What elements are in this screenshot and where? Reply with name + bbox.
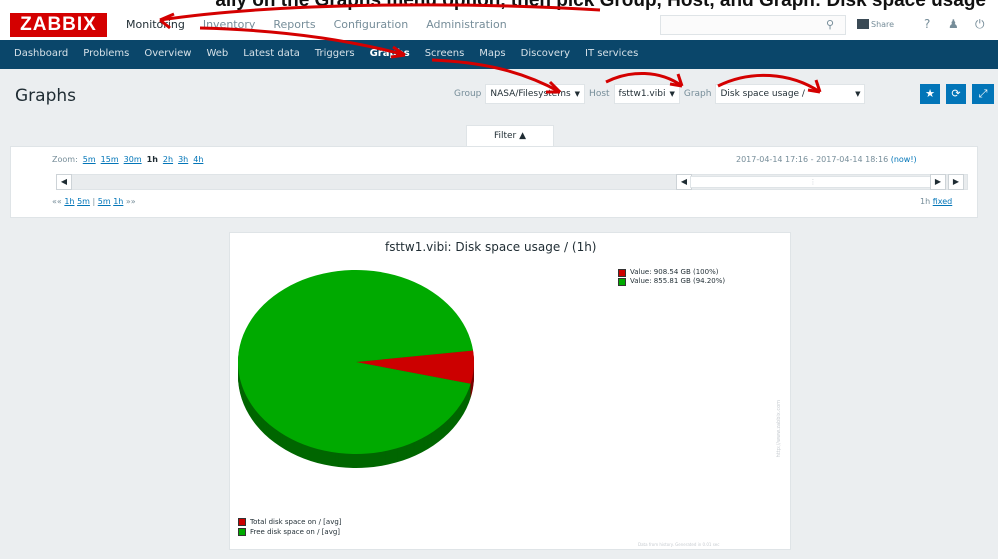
legend-item-total: Total disk space on / [avg]	[238, 517, 342, 527]
search-input[interactable]	[660, 15, 846, 35]
user-profile-icon[interactable]: ♟	[948, 17, 959, 31]
zoom-options: Zoom: 5m 15m 30m 1h 2h 3h 4h	[52, 155, 203, 164]
nav-separator: |	[92, 197, 96, 206]
share-button[interactable]: Share	[857, 19, 894, 29]
zabbix-logo[interactable]: ZABBIX	[10, 13, 107, 37]
sub-menu: Dashboard Problems Overview Web Latest d…	[14, 48, 638, 59]
period-range: 2017-04-14 17:16 - 2017-04-14 18:16	[736, 155, 889, 164]
nav-forward-arrows[interactable]: »»	[126, 197, 136, 206]
submenu-overview[interactable]: Overview	[144, 48, 191, 59]
menu-administration[interactable]: Administration	[426, 18, 507, 31]
submenu-it-services[interactable]: IT services	[585, 48, 638, 59]
nav-forward-5m[interactable]: 5m	[98, 197, 111, 206]
zoom-option-30m[interactable]: 30m	[124, 155, 142, 164]
sub-menu-bar: Dashboard Problems Overview Web Latest d…	[0, 40, 998, 69]
legend-swatch-total	[618, 268, 626, 277]
top-navigation-bar: ZABBIX Monitoring Inventory Reports Conf…	[0, 10, 998, 40]
legend-label-total: Total disk space on / [avg]	[250, 518, 342, 526]
legend-row-total: Value: 908.54 GB (100%)	[618, 268, 725, 277]
submenu-screens[interactable]: Screens	[425, 48, 465, 59]
graph-select[interactable]: Disk space usage / ▼	[715, 84, 866, 104]
sign-out-icon[interactable]: ⏻	[975, 17, 985, 32]
submenu-problems[interactable]: Problems	[83, 48, 129, 59]
zoom-option-3h[interactable]: 3h	[178, 155, 188, 164]
search-icon[interactable]: ⚲	[826, 18, 834, 31]
graph-legend-values: Value: 908.54 GB (100%) Value: 855.81 GB…	[618, 268, 725, 286]
graph-value: Disk space usage /	[720, 89, 805, 99]
graph-selectors: Group NASA/Filesystems ▼ Host fsttw1.vib…	[454, 84, 866, 104]
legend-swatch-free-bottom	[238, 528, 246, 536]
chevron-down-icon: ▼	[855, 90, 861, 98]
legend-value-total: Value: 908.54 GB (100%)	[630, 268, 719, 276]
graph-footer-note: Data from history. Generated in 0.01 sec	[638, 542, 720, 547]
share-icon	[857, 19, 869, 29]
submenu-latest-data[interactable]: Latest data	[243, 48, 300, 59]
fullscreen-icon: ⤢	[978, 87, 988, 100]
menu-inventory[interactable]: Inventory	[203, 18, 256, 31]
page-title: Graphs	[15, 86, 77, 106]
zoom-option-15m[interactable]: 15m	[101, 155, 119, 164]
menu-configuration[interactable]: Configuration	[334, 18, 409, 31]
fullscreen-button[interactable]: ⤢	[972, 84, 994, 104]
refresh-button[interactable]: ⟳	[946, 84, 966, 104]
graph-watermark: http://www.zabbix.com	[776, 400, 782, 458]
legend-item-free: Free disk space on / [avg]	[238, 527, 342, 537]
legend-value-free: Value: 855.81 GB (94.20%)	[630, 277, 726, 285]
main-menu: Monitoring Inventory Reports Configurati…	[126, 18, 507, 31]
graph-title: fsttw1.vibi: Disk space usage / (1h)	[385, 240, 597, 254]
submenu-web[interactable]: Web	[206, 48, 228, 59]
scroll-right-button[interactable]: ▶	[948, 174, 964, 190]
group-value: NASA/Filesystems	[490, 89, 571, 99]
submenu-discovery[interactable]: Discovery	[521, 48, 570, 59]
nav-back-5m[interactable]: 5m	[77, 197, 90, 206]
zoom-option-2h[interactable]: 2h	[163, 155, 173, 164]
zoom-label: Zoom:	[52, 155, 78, 164]
period-now-link[interactable]: (now!)	[891, 155, 917, 164]
submenu-graphs[interactable]: Graphs	[370, 48, 410, 59]
submenu-maps[interactable]: Maps	[479, 48, 505, 59]
scroll-thumb-right-handle[interactable]: ▶	[930, 174, 946, 190]
period-fixed-toggle: 1h fixed	[920, 197, 952, 206]
add-to-favourites-button[interactable]: ★	[920, 84, 940, 104]
star-icon: ★	[925, 87, 935, 100]
disk-usage-pie-chart	[238, 269, 474, 468]
legend-label-free: Free disk space on / [avg]	[250, 528, 341, 536]
banner-text: ally on the Graphs menu option, then pic…	[215, 0, 986, 10]
group-label: Group	[454, 89, 482, 99]
host-value: fsttw1.vibi	[618, 89, 666, 99]
fixed-link[interactable]: fixed	[933, 197, 953, 206]
zoom-option-1h[interactable]: 1h	[147, 155, 158, 164]
help-icon[interactable]: ?	[924, 17, 930, 31]
legend-swatch-total-bottom	[238, 518, 246, 526]
zoom-option-5m[interactable]: 5m	[83, 155, 96, 164]
legend-swatch-free	[618, 277, 626, 286]
host-label: Host	[589, 89, 610, 99]
submenu-dashboard[interactable]: Dashboard	[14, 48, 68, 59]
scroll-left-button[interactable]: ◀	[56, 174, 72, 190]
period-navigation: «« 1h 5m | 5m 1h »»	[52, 197, 136, 206]
pie-group	[238, 269, 474, 468]
chevron-down-icon: ▼	[574, 90, 581, 98]
nav-back-arrows[interactable]: ««	[52, 197, 64, 206]
share-label: Share	[871, 19, 895, 29]
nav-back-1h[interactable]: 1h	[64, 197, 74, 206]
nav-forward-1h[interactable]: 1h	[113, 197, 123, 206]
zoom-option-4h[interactable]: 4h	[193, 155, 203, 164]
group-select[interactable]: NASA/Filesystems ▼	[485, 84, 586, 104]
legend-row-free: Value: 855.81 GB (94.20%)	[618, 277, 725, 286]
tutorial-banner: ally on the Graphs menu option, then pic…	[0, 0, 998, 10]
menu-monitoring[interactable]: Monitoring	[126, 18, 185, 31]
filter-tab[interactable]: Filter ▲	[466, 125, 554, 147]
refresh-icon: ⟳	[951, 87, 961, 100]
period-length: 1h	[920, 197, 931, 206]
menu-reports[interactable]: Reports	[273, 18, 315, 31]
graph-legend-items: Total disk space on / [avg] Free disk sp…	[238, 517, 342, 537]
host-select[interactable]: fsttw1.vibi ▼	[613, 84, 680, 104]
scroll-thumb[interactable]: ⋮	[690, 176, 936, 188]
submenu-triggers[interactable]: Triggers	[315, 48, 355, 59]
chevron-down-icon: ▼	[669, 90, 675, 98]
graph-label: Graph	[683, 89, 712, 99]
time-period: 2017-04-14 17:16 - 2017-04-14 18:16 (now…	[736, 155, 917, 164]
